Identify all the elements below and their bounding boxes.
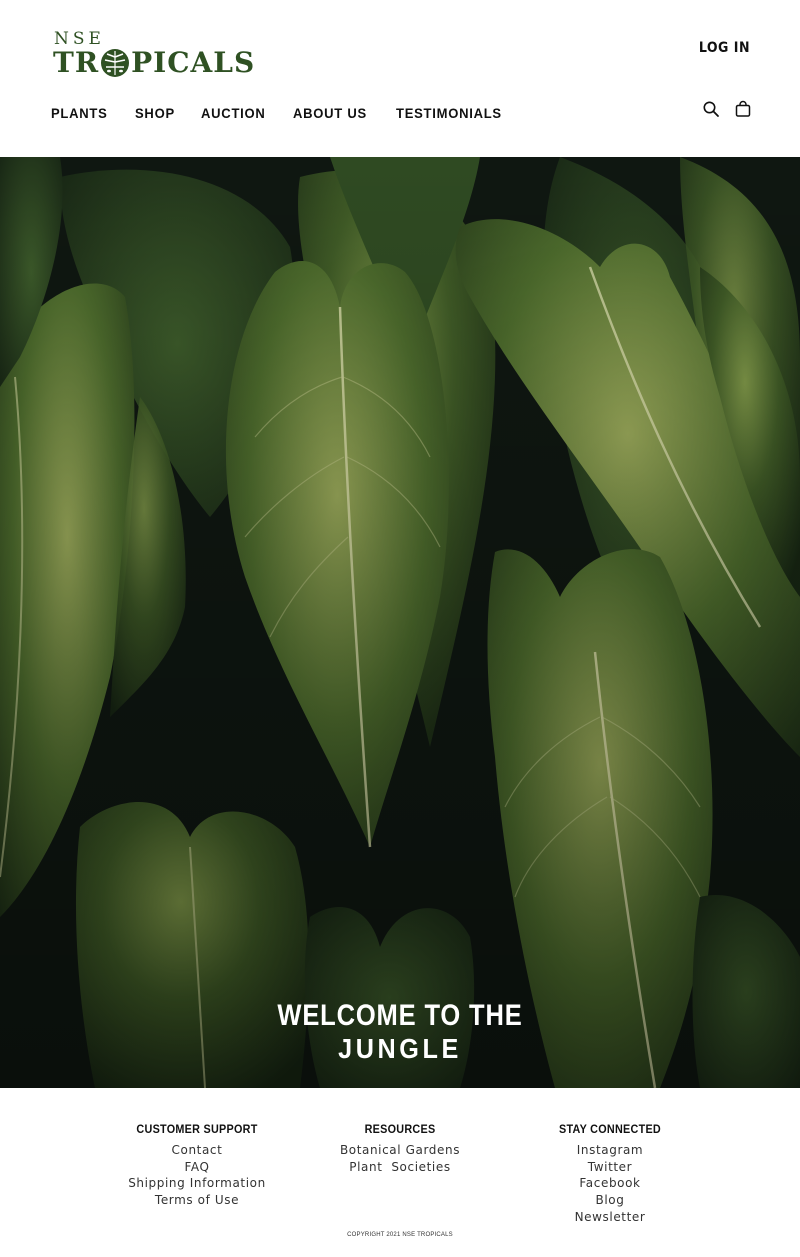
footer-stay-connected: STAY CONNECTED Instagram Twitter Faceboo…	[510, 1122, 710, 1226]
logo-wordmark: TR PICALS	[53, 48, 255, 78]
footer-link-newsletter[interactable]: Newsletter	[510, 1209, 710, 1226]
hero-banner: WELCOME TO THE JUNGLE	[0, 157, 800, 1088]
footer-heading: STAY CONNECTED	[558, 1122, 662, 1136]
main-nav: PLANTS SHOP AUCTION ABOUT US TESTIMONIAL…	[51, 105, 509, 121]
tropical-leaves-image	[0, 157, 800, 1088]
nav-plants[interactable]: PLANTS	[51, 105, 108, 121]
nav-about-us[interactable]: ABOUT US	[293, 105, 367, 121]
footer-link-facebook[interactable]: Facebook	[510, 1175, 710, 1192]
nav-testimonials[interactable]: TESTIMONIALS	[396, 105, 502, 121]
nav-auction[interactable]: AUCTION	[201, 105, 266, 121]
footer-link-blog[interactable]: Blog	[510, 1192, 710, 1209]
copyright-text: COPYRIGHT 2021 NSE TROPICALS	[347, 1232, 453, 1238]
brand-logo[interactable]: NSE TR PICALS	[53, 30, 273, 78]
hero-heading-line1: WELCOME TO THE	[277, 999, 523, 1032]
header-icons	[702, 100, 752, 118]
footer-heading: CUSTOMER SUPPORT	[136, 1122, 258, 1136]
footer-link-faq[interactable]: FAQ	[97, 1159, 297, 1176]
site-header: NSE TR PICALS LOG IN PLANTS SHOP AUCTION…	[0, 0, 800, 157]
footer-link-shipping[interactable]: Shipping Information	[97, 1175, 297, 1192]
site-footer: CUSTOMER SUPPORT Contact FAQ Shipping In…	[0, 1088, 800, 1257]
monstera-leaf-icon	[101, 49, 130, 77]
footer-link-instagram[interactable]: Instagram	[510, 1142, 710, 1159]
footer-link-botanical-gardens[interactable]: Botanical Gardens	[300, 1142, 500, 1159]
footer-link-plant-societies[interactable]: Plant Societies	[300, 1159, 500, 1176]
hero-heading-line2: JUNGLE	[338, 1033, 462, 1064]
login-link[interactable]: LOG IN	[699, 40, 750, 56]
footer-link-contact[interactable]: Contact	[97, 1142, 297, 1159]
footer-link-terms[interactable]: Terms of Use	[97, 1192, 297, 1209]
nav-shop[interactable]: SHOP	[135, 105, 175, 121]
logo-word-right: PICALS	[131, 46, 256, 79]
footer-heading: RESOURCES	[364, 1122, 436, 1136]
cart-bag-icon[interactable]	[734, 100, 752, 118]
search-icon[interactable]	[702, 100, 720, 118]
footer-resources: RESOURCES Botanical Gardens Plant Societ…	[300, 1122, 500, 1175]
logo-word-left: TR	[53, 46, 100, 79]
footer-customer-support: CUSTOMER SUPPORT Contact FAQ Shipping In…	[97, 1122, 297, 1209]
footer-link-twitter[interactable]: Twitter	[510, 1159, 710, 1176]
